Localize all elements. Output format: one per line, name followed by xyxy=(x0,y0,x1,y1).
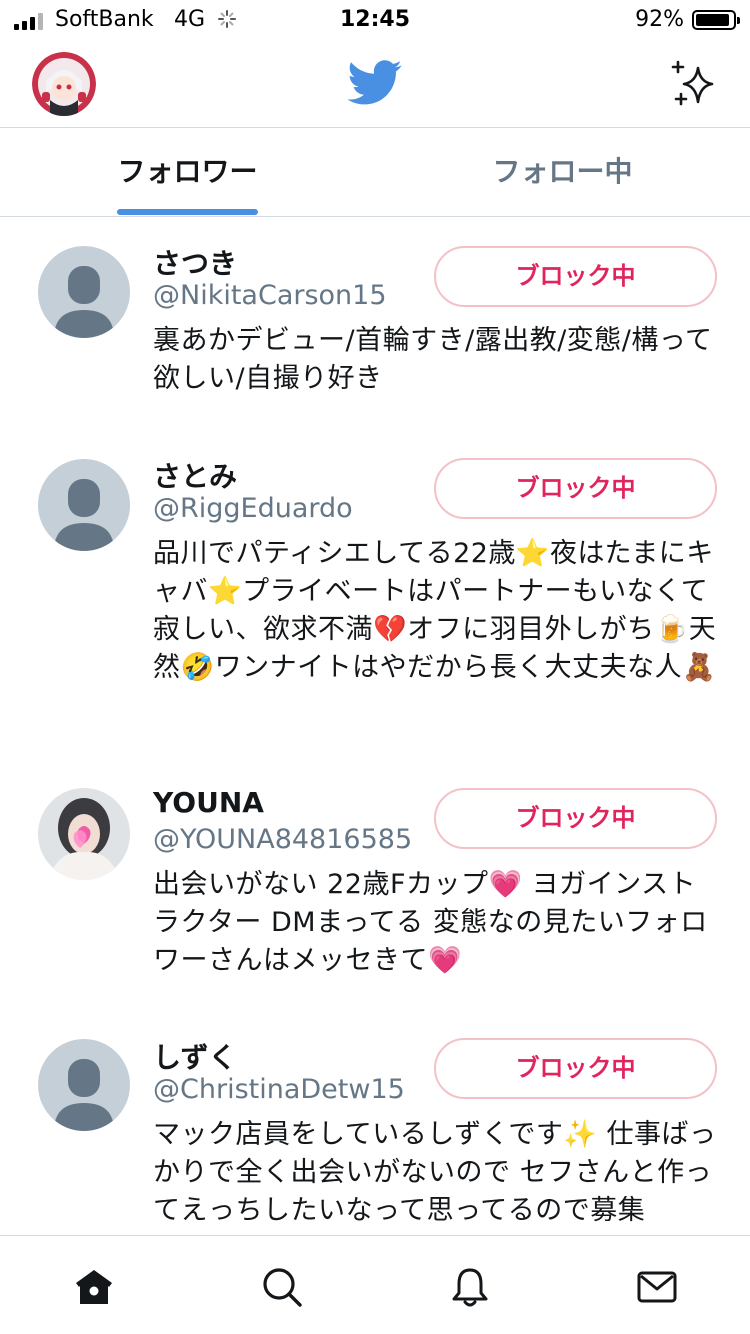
default-avatar-icon xyxy=(38,246,130,338)
blocked-button[interactable]: ブロック中 xyxy=(434,246,717,307)
user-bio: マック店員をしているしずくです✨ 仕事ばっかりで全く出会いがないので セフさんと… xyxy=(153,1119,717,1226)
user-bio: 品川でパティシエしてる22歳⭐夜はたまにキャバ⭐プライベートはパートナーもいなく… xyxy=(153,538,717,683)
user-name[interactable]: YOUNA xyxy=(153,786,264,819)
user-handle: @NikitaCarson15 xyxy=(153,280,387,311)
mail-icon[interactable] xyxy=(636,1266,678,1308)
default-avatar-icon xyxy=(38,459,130,551)
tab-following[interactable]: フォロー中 xyxy=(375,129,750,217)
blocked-button[interactable]: ブロック中 xyxy=(434,458,717,519)
user-handle: @RiggEduardo xyxy=(153,493,353,524)
status-bar: SoftBank 4G 12:45 92% xyxy=(0,0,750,40)
bell-icon[interactable] xyxy=(449,1266,491,1308)
profile-avatar-image xyxy=(32,52,96,116)
selected-tab-indicator xyxy=(117,209,258,215)
battery-fill xyxy=(696,14,730,26)
user-name[interactable]: しずく xyxy=(153,1036,236,1076)
home-icon[interactable] xyxy=(73,1266,115,1308)
tab-bar: フォロワー フォロー中 xyxy=(0,129,750,217)
avatar[interactable] xyxy=(38,459,130,551)
list-item[interactable]: さとみ @RiggEduardo ブロック中 品川でパティシエしてる22歳⭐夜は… xyxy=(0,430,750,760)
blocked-button[interactable]: ブロック中 xyxy=(434,788,717,849)
profile-avatar-button[interactable] xyxy=(32,52,96,116)
top-header xyxy=(0,40,750,128)
user-handle: @ChristinaDetw15 xyxy=(153,1074,405,1105)
search-icon[interactable] xyxy=(261,1266,303,1308)
list-item[interactable]: しずく @ChristinaDetw15 ブロック中 マック店員をしているしずく… xyxy=(0,1010,750,1234)
avatar[interactable] xyxy=(38,788,130,880)
user-bio: 出会いがない 22歳Fカップ💗 ヨガインストラクター DMまってる 変態なの見た… xyxy=(153,869,708,976)
twitter-bird-icon xyxy=(347,60,402,105)
user-name[interactable]: さとみ xyxy=(153,455,237,495)
user-list[interactable]: さつき @NikitaCarson15 ブロック中 裏あかデビュー/首輪すき/露… xyxy=(0,218,750,1234)
user-photo-avatar xyxy=(38,788,130,880)
avatar[interactable] xyxy=(38,1039,130,1131)
user-handle: @YOUNA84816585 xyxy=(153,824,413,855)
list-item[interactable]: YOUNA @YOUNA84816585 ブロック中 出会いがない 22歳Fカッ… xyxy=(0,760,750,1010)
blocked-button[interactable]: ブロック中 xyxy=(434,1038,717,1099)
user-bio: 裏あかデビュー/首輪すき/露出教/変態/構って欲しい/自撮り好き xyxy=(153,325,713,394)
avatar[interactable] xyxy=(38,246,130,338)
bottom-tab-bar xyxy=(0,1235,750,1334)
user-name[interactable]: さつき xyxy=(153,242,237,282)
battery-percent: 92% xyxy=(635,7,684,32)
list-item[interactable]: さつき @NikitaCarson15 ブロック中 裏あかデビュー/首輪すき/露… xyxy=(0,218,750,430)
sparkle-icon[interactable] xyxy=(668,60,718,108)
tab-followers[interactable]: フォロワー xyxy=(0,129,375,217)
default-avatar-icon xyxy=(38,1039,130,1131)
battery-icon xyxy=(692,10,740,30)
